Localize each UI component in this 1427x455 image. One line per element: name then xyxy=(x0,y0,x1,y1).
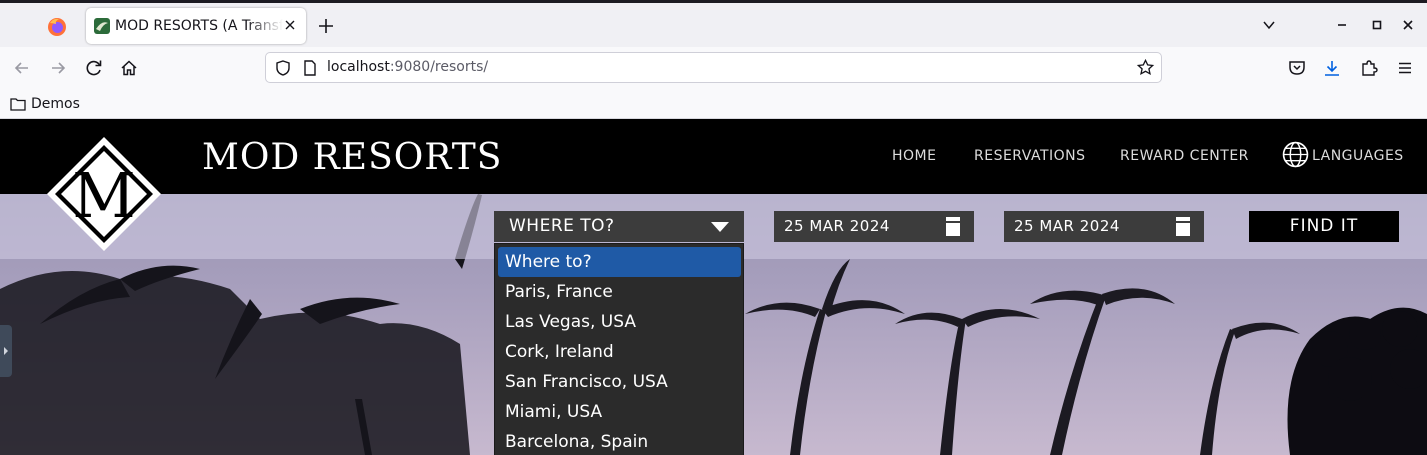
dropdown-option[interactable]: Paris, France xyxy=(498,277,741,307)
close-window-icon[interactable] xyxy=(1400,17,1416,33)
browser-navigation-bar: localhost:9080/resorts/ xyxy=(0,47,1427,89)
checkout-date-value: 25 MAR 2024 xyxy=(1014,217,1120,235)
site-favicon-icon xyxy=(94,18,110,34)
dropdown-option[interactable]: Miami, USA xyxy=(498,397,741,427)
globe-icon[interactable] xyxy=(1282,141,1309,168)
where-to-dropdown-list: Where to? Paris, France Las Vegas, USA C… xyxy=(494,243,744,455)
web-page: MOD RESORTS HOME RESERVATIONS REWARD CEN… xyxy=(0,119,1427,455)
url-text: localhost:9080/resorts/ xyxy=(327,59,489,75)
tab-title: MOD RESORTS (A Transformation xyxy=(115,18,283,34)
mod-resorts-logo[interactable]: M xyxy=(45,135,163,253)
extensions-puzzle-icon[interactable] xyxy=(1359,58,1379,78)
nav-languages-link[interactable]: LANGUAGES xyxy=(1312,148,1404,164)
home-icon[interactable] xyxy=(118,57,140,79)
page-info-icon[interactable] xyxy=(302,59,318,77)
site-title: MOD RESORTS xyxy=(202,137,503,178)
new-tab-icon[interactable] xyxy=(316,16,336,36)
caret-down-icon xyxy=(711,222,729,232)
bookmark-star-icon[interactable] xyxy=(1136,58,1155,77)
checkin-date-field[interactable]: 25 MAR 2024 xyxy=(774,211,974,242)
sidebar-expand-handle[interactable] xyxy=(0,325,12,377)
downloads-icon[interactable] xyxy=(1322,58,1342,78)
reload-icon[interactable] xyxy=(83,57,105,79)
where-to-label: WHERE TO? xyxy=(509,216,615,236)
dropdown-option[interactable]: Cork, Ireland xyxy=(498,337,741,367)
checkin-date-value: 25 MAR 2024 xyxy=(784,217,890,235)
address-bar[interactable]: localhost:9080/resorts/ xyxy=(265,52,1162,83)
calendar-icon[interactable] xyxy=(1176,217,1190,236)
maximize-icon[interactable] xyxy=(1369,17,1385,33)
bookmark-folder-demos[interactable]: Demos xyxy=(10,94,80,114)
back-arrow-icon[interactable] xyxy=(11,57,33,79)
find-it-button[interactable]: FIND IT xyxy=(1249,211,1399,242)
bookmark-label: Demos xyxy=(31,96,80,112)
dropdown-option[interactable]: San Francisco, USA xyxy=(498,367,741,397)
calendar-icon[interactable] xyxy=(946,217,960,236)
forward-arrow-icon[interactable] xyxy=(47,57,69,79)
dropdown-option[interactable]: Where to? xyxy=(498,247,741,277)
folder-icon xyxy=(10,98,26,111)
checkout-date-field[interactable]: 25 MAR 2024 xyxy=(1004,211,1204,242)
chevron-right-icon xyxy=(4,347,8,355)
nav-reward-center-link[interactable]: REWARD CENTER xyxy=(1120,148,1249,164)
where-to-select[interactable]: WHERE TO? xyxy=(494,211,744,242)
bookmarks-toolbar: Demos xyxy=(0,89,1427,119)
nav-home-link[interactable]: HOME xyxy=(892,148,936,164)
svg-text:M: M xyxy=(72,159,135,232)
tab-list-chevron-icon[interactable] xyxy=(1261,17,1277,33)
tracking-protection-shield-icon[interactable] xyxy=(274,59,292,77)
pocket-icon[interactable] xyxy=(1287,58,1307,78)
close-tab-icon[interactable] xyxy=(282,17,298,33)
browser-tab-strip: MOD RESORTS (A Transformation xyxy=(0,0,1427,47)
firefox-icon[interactable] xyxy=(47,17,67,37)
dropdown-option[interactable]: Las Vegas, USA xyxy=(498,307,741,337)
site-header: MOD RESORTS HOME RESERVATIONS REWARD CEN… xyxy=(0,119,1427,194)
minimize-icon[interactable] xyxy=(1334,17,1350,33)
dropdown-option[interactable]: Barcelona, Spain xyxy=(498,427,741,455)
nav-reservations-link[interactable]: RESERVATIONS xyxy=(974,148,1086,164)
browser-tab-active[interactable]: MOD RESORTS (A Transformation xyxy=(86,8,306,44)
app-menu-icon[interactable] xyxy=(1395,58,1415,78)
